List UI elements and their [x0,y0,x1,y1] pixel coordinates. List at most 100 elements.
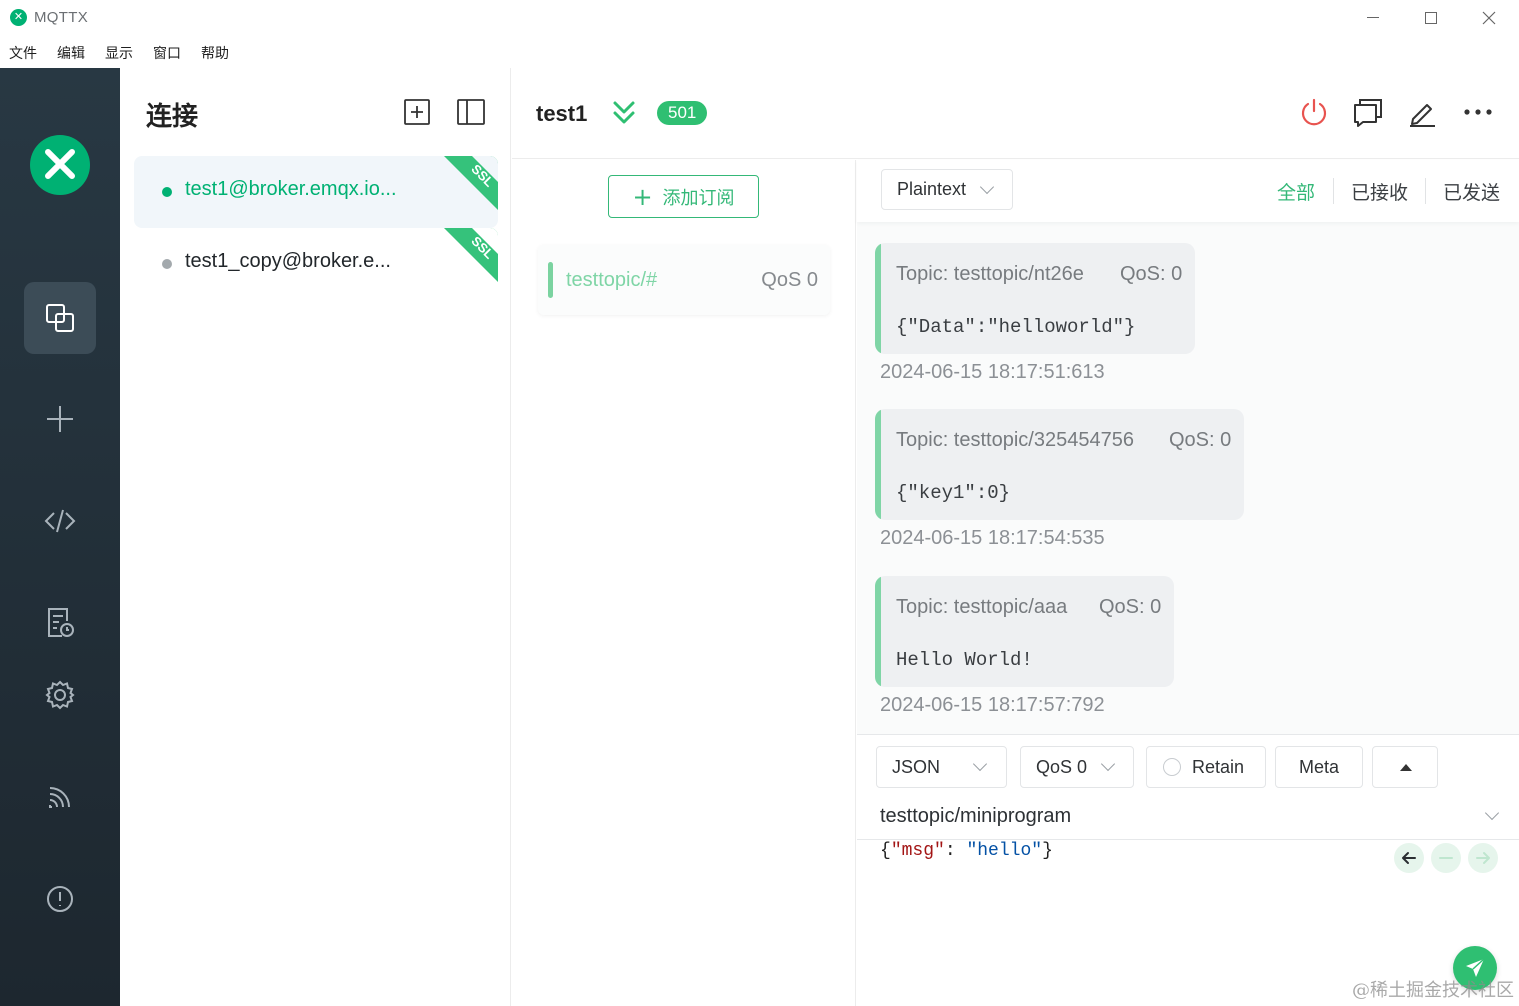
menu-bar: 文件 编辑 显示 窗口 帮助 [0,38,1519,66]
maximize-button[interactable] [1411,4,1451,32]
message-payload: {"Data":"helloworld"} [896,316,1136,338]
connection-list-panel: 连接 test1@broker.emqx.io... SSL test1_cop… [120,68,511,1006]
message-payload: Hello World! [896,649,1033,671]
toggle-sidebar-button[interactable] [456,98,486,131]
double-chevron-down-icon [613,101,635,124]
subscription-qos: QoS 0 [761,269,818,291]
subscription-panel: + 添加订阅 testtopic/# QoS 0 [512,160,856,1006]
message-timestamp: 2024-06-15 18:17:57:792 [880,694,1105,716]
add-subscription-button[interactable]: + 添加订阅 [608,175,759,218]
chevron-down-icon [979,179,995,195]
publish-qos-select[interactable]: QoS 0 [1020,746,1134,788]
nav-feed[interactable] [24,761,96,833]
add-square-icon [404,99,430,125]
connection-item-test1[interactable]: test1@broker.emqx.io... SSL [134,156,498,228]
filter-tab-sent[interactable]: 已发送 [1443,178,1500,205]
collapse-button[interactable] [612,100,636,131]
info-icon [47,886,73,912]
history-forward-button[interactable] [1468,843,1498,873]
message-timestamp: 2024-06-15 18:17:51:613 [880,361,1105,383]
retain-checkbox[interactable]: Retain [1146,746,1266,788]
connections-icon [46,304,74,332]
connected-status-dot [162,187,172,197]
close-button[interactable] [1469,4,1509,32]
expand-publish-button[interactable] [1372,746,1438,788]
menu-edit[interactable]: 编辑 [57,43,85,63]
disconnected-status-dot [162,259,172,269]
plus-icon [47,406,73,432]
menu-help[interactable]: 帮助 [201,43,229,63]
connection-header: test1 501 [512,68,1519,159]
minus-icon [1439,857,1453,859]
topic-history-chevron-icon[interactable] [1484,805,1500,821]
menu-file[interactable]: 文件 [9,43,37,63]
payload-format-value: JSON [892,757,941,777]
message-qos: QoS: 0 [1099,596,1162,618]
chevron-down-icon [972,756,988,772]
filter-tab-all[interactable]: 全部 [1277,178,1315,205]
message-qos: QoS: 0 [1169,429,1232,451]
nav-script[interactable] [24,485,96,557]
payload-format-select[interactable]: JSON [876,746,1007,788]
divider [857,839,1519,840]
filter-tab-received[interactable]: 已接收 [1351,178,1408,205]
plus-icon: + [632,182,653,211]
publish-topic-input[interactable]: testtopic/miniprogram [880,805,1071,828]
payload-type-value: Plaintext [897,179,967,199]
log-icon [48,608,74,637]
message-bubble[interactable]: Topic: testtopic/aaa QoS: 0 Hello World! [875,576,1174,687]
message-edge [875,243,881,354]
message-list-panel: Plaintext 全部 已接收 已发送 Topic: testtopic/nt… [857,160,1519,734]
message-bubble[interactable]: Topic: testtopic/325454756 QoS: 0 {"key1… [875,409,1244,520]
sidebar-icon [457,99,485,125]
menu-view[interactable]: 显示 [105,43,133,63]
history-clear-button[interactable] [1431,843,1461,873]
message-edge [875,576,881,687]
payload-value: "hello" [966,841,1043,861]
connection-title: test1 [536,101,588,126]
edit-pencil-icon [1410,104,1435,127]
minimize-button[interactable] [1353,4,1393,32]
nav-settings[interactable] [24,659,96,731]
message-edge [875,409,881,520]
nav-log[interactable] [24,587,96,659]
app-title: MQTTX [34,9,88,26]
publish-panel: JSON QoS 0 Retain Meta testtopic/minipro… [857,734,1519,1006]
publish-payload-editor[interactable]: {"msg": "hello"} [880,841,1053,861]
subscription-item[interactable]: testtopic/# QoS 0 [538,245,830,315]
power-icon [1301,98,1327,126]
code-icon [44,509,76,533]
nav-connections[interactable] [24,282,96,354]
divider [1425,178,1426,204]
nav-new-connection[interactable] [24,383,96,455]
message-topic: Topic: testtopic/nt26e [896,263,1084,285]
message-qos: QoS: 0 [1120,263,1183,285]
arrow-right-icon [1476,852,1490,864]
subscription-color-bar [548,262,553,298]
connections-title: 连接 [146,102,199,132]
subscription-topic: testtopic/# [566,269,658,291]
title-bar: ✕ MQTTX [0,0,1519,36]
add-subscription-label: 添加订阅 [662,187,735,209]
new-connection-button[interactable] [403,98,431,131]
mqttx-logo-icon [30,135,90,195]
history-back-button[interactable] [1394,843,1424,873]
ssl-badge: SSL [444,156,498,210]
more-options-button[interactable] [1461,95,1495,129]
close-icon [1482,11,1496,25]
connection-item-test1-copy[interactable]: test1_copy@broker.e... SSL [134,228,498,300]
message-toolbar: Plaintext 全部 已接收 已发送 [857,160,1519,222]
payload-type-select[interactable]: Plaintext [881,169,1013,210]
edit-connection-button[interactable] [1405,95,1439,129]
disconnect-button[interactable] [1297,95,1331,129]
message-bubble[interactable]: Topic: testtopic/nt26e QoS: 0 {"Data":"h… [875,243,1195,354]
nav-about[interactable] [24,863,96,935]
feed-icon [49,787,70,808]
arrow-left-icon [1402,852,1416,864]
gear-icon [45,680,75,710]
new-window-button[interactable] [1351,95,1385,129]
retain-label: Retain [1192,757,1245,777]
message-topic: Topic: testtopic/325454756 [896,429,1134,451]
menu-window[interactable]: 窗口 [153,43,181,63]
meta-button[interactable]: Meta [1275,746,1363,788]
